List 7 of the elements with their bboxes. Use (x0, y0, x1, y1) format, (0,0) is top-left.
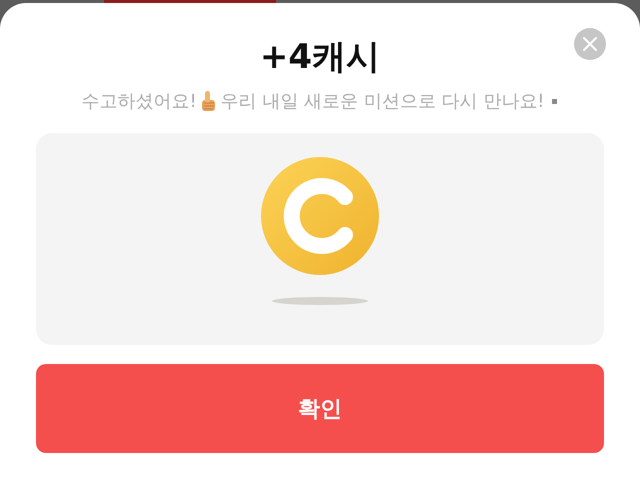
thumbs-up-icon (200, 90, 217, 112)
close-icon (582, 36, 598, 52)
message-text: 수고하셨어요! (81, 90, 197, 113)
close-button[interactable] (574, 28, 606, 60)
message-text: 우리 내일 새로운 미션으로 다시 만나요! (220, 90, 545, 113)
confirm-button[interactable]: 확인 (36, 364, 604, 453)
reward-title: +4캐시 (260, 36, 380, 79)
